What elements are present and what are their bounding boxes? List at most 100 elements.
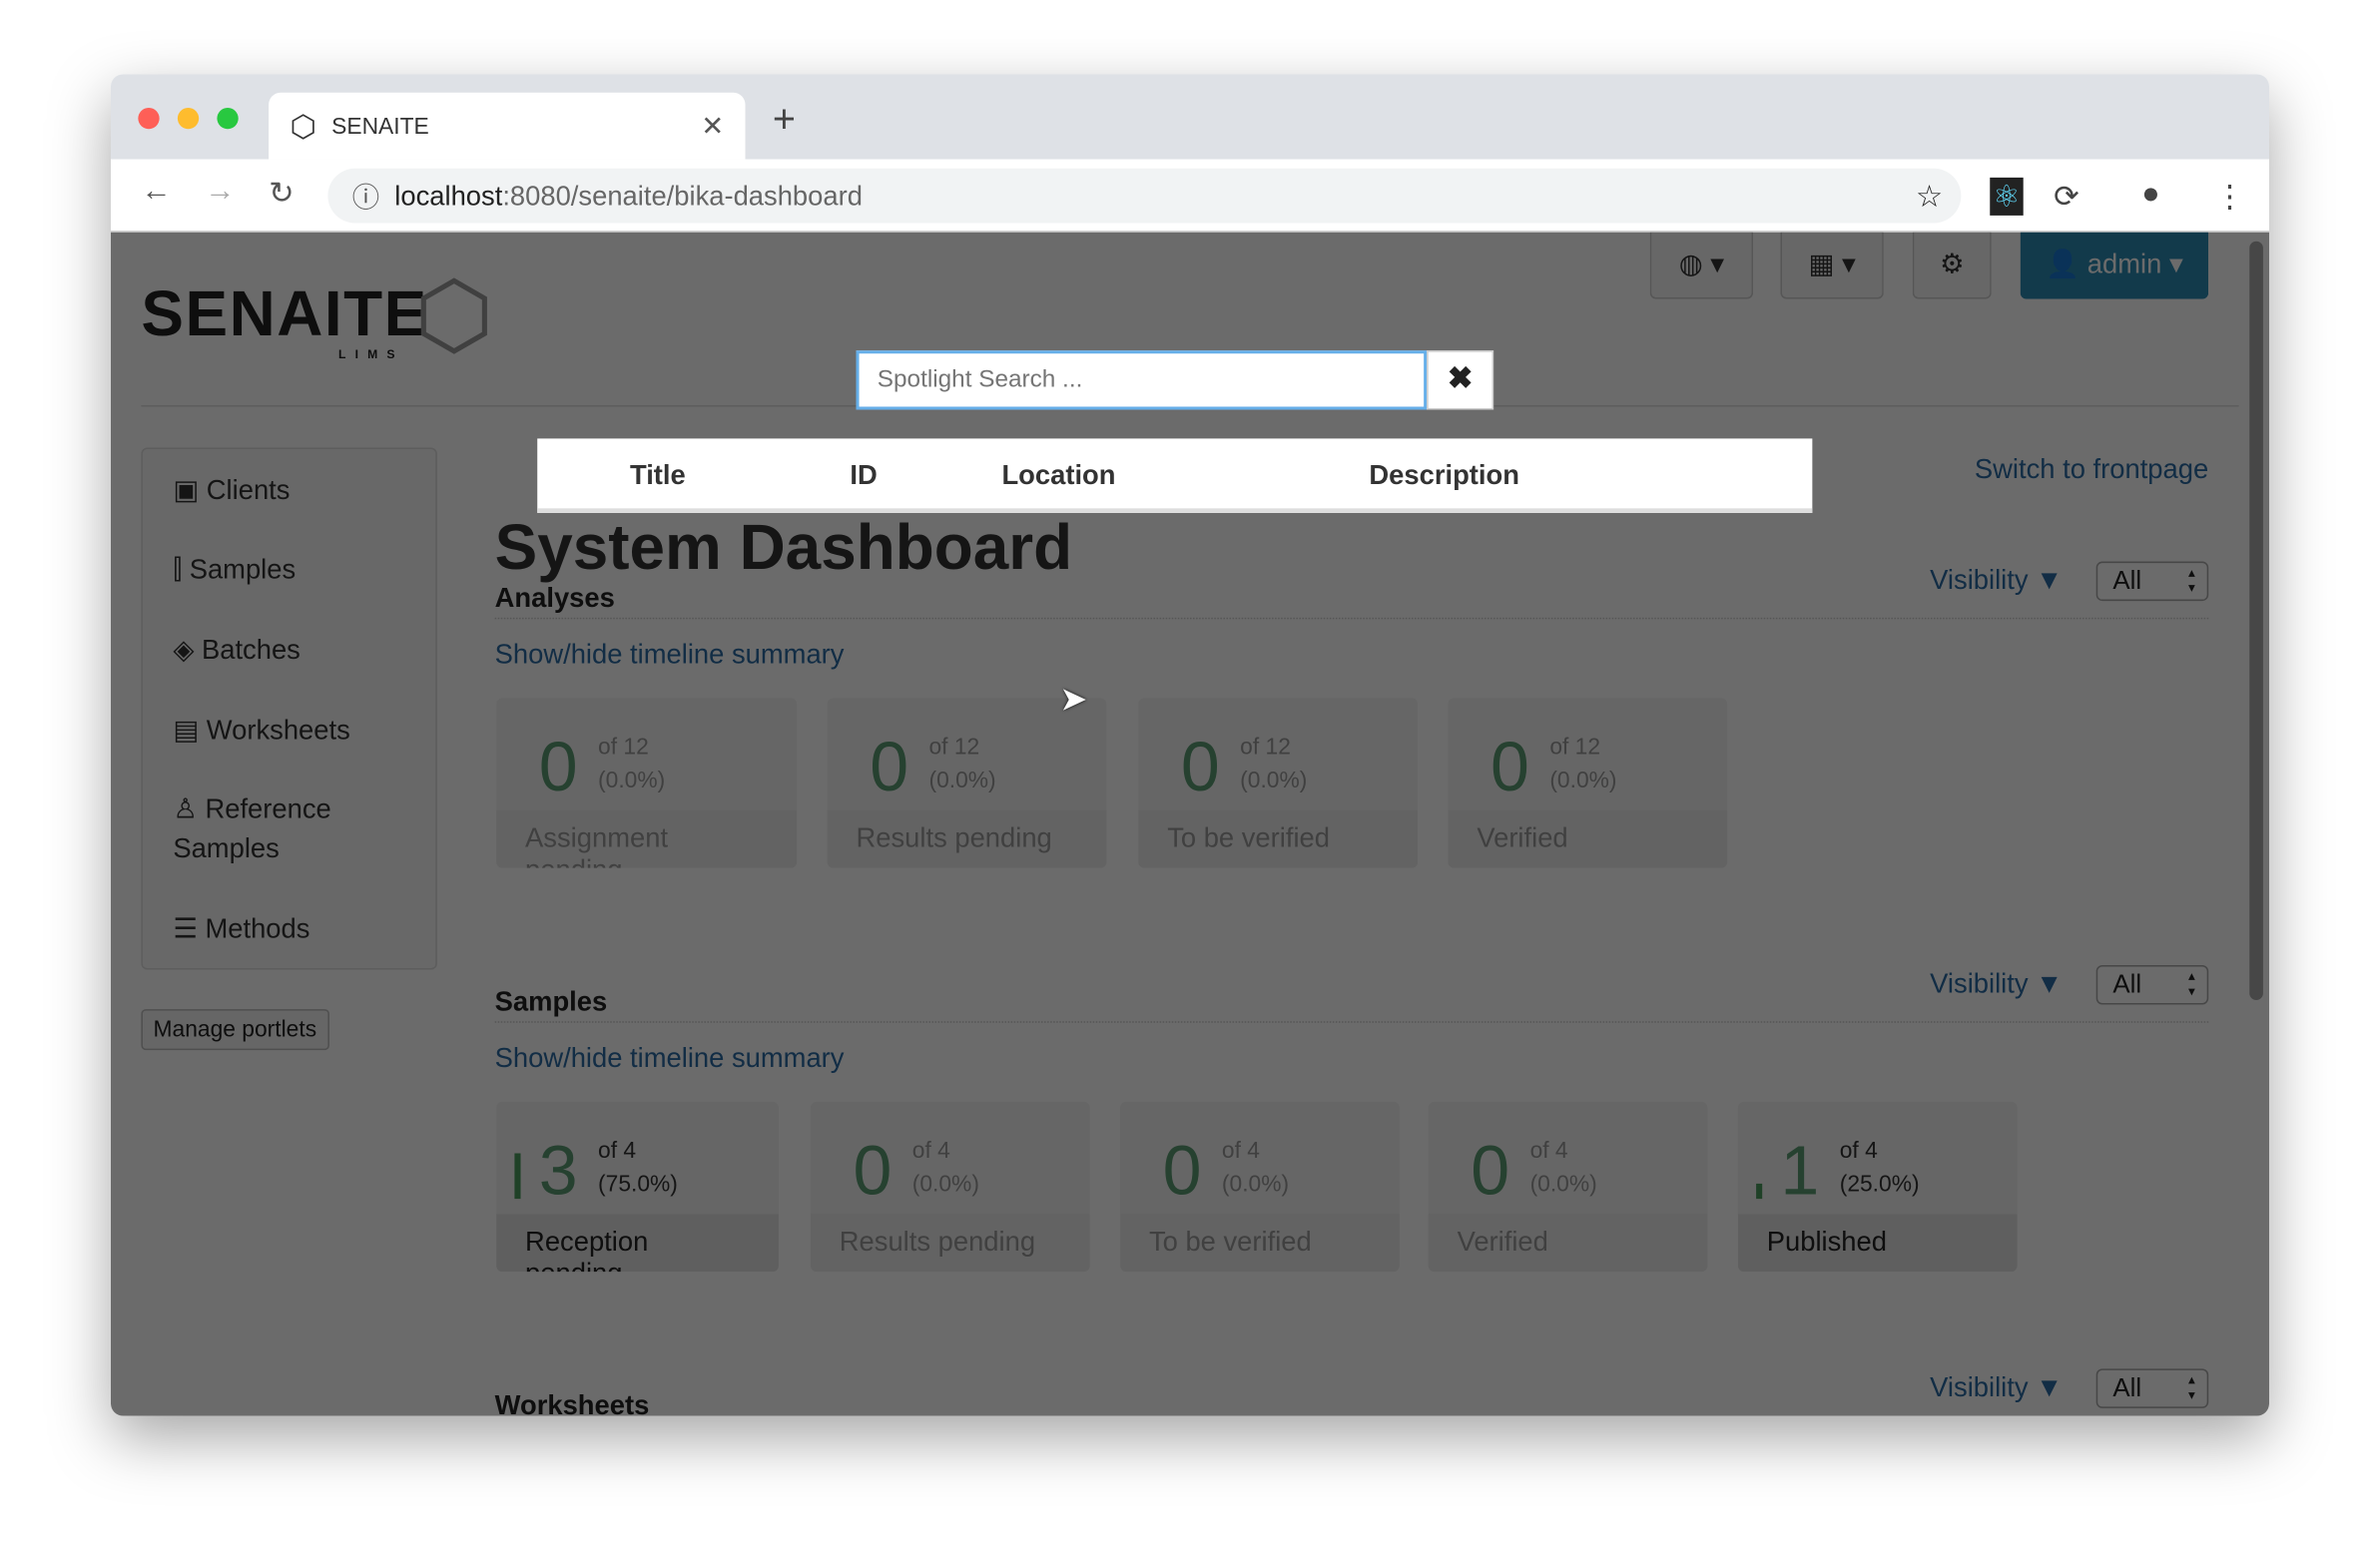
react-devtools-icon[interactable]: ⚛ [1990, 177, 2024, 216]
section-title: Analyses [494, 582, 615, 614]
hexagon-icon: ⬡ [290, 110, 316, 144]
menu-kebab-icon[interactable]: ⋮ [2214, 178, 2244, 216]
spotlight-results-header: Title ID Location Description [537, 438, 1813, 513]
settings-button[interactable]: ⚙ [1912, 232, 1992, 299]
section-divider [494, 1021, 2209, 1023]
timeline-toggle-link[interactable]: Show/hide timeline summary [495, 639, 845, 671]
card-count: 1 [1780, 1130, 1820, 1210]
spotlight-close-button[interactable]: ✖ [1427, 350, 1494, 410]
reference-icon: ♙ [173, 793, 206, 824]
card-total: of 4 (0.0%) [1221, 1138, 1290, 1198]
card-count: 3 [538, 1130, 578, 1210]
sidebar-item-label: Samples [189, 553, 297, 585]
card-label: To be verified [1138, 809, 1419, 868]
back-icon[interactable]: ← [141, 175, 171, 210]
tab-bar: ⬡ SENAITE ✕ + [110, 74, 2269, 160]
sidebar-item-label: Clients [206, 474, 291, 506]
profile-avatar-icon[interactable]: ● [2141, 178, 2159, 213]
visibility-select[interactable]: All [2095, 1368, 2209, 1408]
card-total: of 4 (75.0%) [598, 1138, 678, 1198]
sidebar-item-samples[interactable]: ⫿ Samples [173, 549, 415, 589]
visibility-toggle[interactable]: Visibility ▼ [1930, 1371, 2063, 1403]
card-total: of 12 (0.0%) [928, 734, 996, 794]
status-card[interactable]: 3 of 4(75.0%) Reception pending [496, 1101, 779, 1273]
section-divider [494, 617, 2209, 620]
card-count: 0 [1490, 727, 1529, 806]
column-location[interactable]: Location [1001, 460, 1115, 492]
page-content: SENAITE LIMS ⬡ ◍ ▾ ▦ ▾ ⚙ 👤 admin ▾ ▣ Clie… [110, 232, 2269, 1416]
sidebar-item-label: Worksheets [206, 715, 350, 746]
language-button[interactable]: ◍ ▾ [1649, 232, 1754, 299]
user-icon: 👤 [2046, 249, 2087, 279]
status-card[interactable]: 0 of 4 (0.0%) Verified [1428, 1101, 1708, 1273]
card-label: Results pending [810, 1214, 1090, 1273]
sidebar-item-label: Methods [205, 913, 310, 944]
senaite-logo: SENAITE LIMS [141, 277, 428, 361]
card-count: 0 [870, 727, 909, 806]
logo-hexagon-icon: ⬡ [414, 263, 494, 366]
sidebar-item-batches[interactable]: ◈ Batches [173, 630, 415, 670]
close-tab-icon[interactable]: ✕ [701, 110, 724, 142]
browser-tab[interactable]: ⬡ SENAITE ✕ [269, 92, 746, 160]
column-id[interactable]: ID [850, 460, 877, 492]
progress-bar [1756, 1183, 1763, 1200]
card-label: Reception pending [496, 1214, 779, 1273]
card-count: 0 [538, 727, 578, 806]
card-label: Results pending [827, 809, 1107, 868]
forward-icon[interactable]: → [205, 175, 235, 210]
test-tube-icon: ⫿ [173, 553, 190, 585]
card-label: To be verified [1120, 1214, 1400, 1273]
url-path: :8080/senaite/bika-dashboard [502, 180, 863, 211]
visibility-toggle[interactable]: Visibility ▼ [1930, 968, 2063, 1000]
card-total: of 12 (0.0%) [1240, 734, 1308, 794]
reload-icon[interactable]: ↻ [269, 175, 294, 213]
card-count: 0 [1180, 727, 1220, 806]
sidebar-item-methods[interactable]: ☰ Methods [173, 909, 415, 949]
manage-portlets-button[interactable]: Manage portlets [141, 1009, 329, 1051]
tab-title: SENAITE [331, 113, 429, 140]
grid-icon: ▦ ▾ [1808, 249, 1856, 279]
card-count: 0 [1162, 1130, 1202, 1210]
address-bar-row: ← → ↻ ⓘ localhost:8080/senaite/bika-dashb… [110, 159, 2269, 233]
status-card[interactable]: 1 of 4 (25.0%) Published [1737, 1101, 2018, 1273]
visibility-select[interactable]: All [2095, 561, 2209, 602]
sidebar-item-reference-samples[interactable]: ♙ Reference Samples [173, 789, 415, 868]
url-host: localhost [394, 180, 503, 211]
sidebar: ▣ Clients ⫿ Samples ◈ Batches ▤ Worksheets ♙… [141, 447, 437, 970]
status-card[interactable]: 0 of 12 (0.0%) To be verified [1138, 698, 1419, 868]
card-total: of 12 (0.0%) [598, 734, 666, 794]
status-card[interactable]: 0 of 4 (0.0%) Results pending [810, 1101, 1090, 1273]
user-menu-button[interactable]: 👤 admin ▾ [2020, 232, 2209, 299]
close-window-button[interactable] [138, 107, 160, 130]
status-card[interactable]: 0 of 12 (0.0%) Results pending [827, 698, 1107, 868]
layers-icon: ◈ [173, 634, 202, 665]
card-count: 0 [853, 1130, 892, 1210]
card-label: Verified [1448, 809, 1728, 868]
sidebar-item-label: Batches [201, 634, 300, 665]
visibility-toggle[interactable]: Visibility ▼ [1930, 565, 2063, 597]
sidebar-item-worksheets[interactable]: ▤ Worksheets [173, 711, 415, 751]
card-total: of 4 (0.0%) [911, 1138, 979, 1198]
column-title[interactable]: Title [630, 460, 686, 492]
status-card[interactable]: 0 of 12 (0.0%) Verified [1448, 698, 1728, 868]
star-icon[interactable]: ☆ [1916, 177, 1943, 215]
visibility-select[interactable]: All [2095, 964, 2209, 1005]
switch-to-frontpage-link[interactable]: Switch to frontpage [1975, 454, 2208, 486]
minimize-window-button[interactable] [177, 107, 200, 130]
sidebar-item-clients[interactable]: ▣ Clients [173, 470, 415, 510]
status-card[interactable]: 0 of 12(0.0%) Assignment pending [496, 698, 798, 868]
spotlight-search-input[interactable] [856, 350, 1428, 410]
card-label: Assignment pending [496, 809, 798, 868]
apps-button[interactable]: ▦ ▾ [1780, 232, 1884, 299]
status-card[interactable]: 0 of 4 (0.0%) To be verified [1120, 1101, 1400, 1273]
globe-icon: ◍ ▾ [1678, 249, 1724, 279]
url-field[interactable]: ⓘ localhost:8080/senaite/bika-dashboard ☆ [327, 168, 1962, 224]
sync-extension-icon[interactable]: ⟳ [2054, 178, 2079, 216]
new-tab-button[interactable]: + [773, 96, 796, 143]
maximize-window-button[interactable] [217, 107, 239, 130]
timeline-toggle-link[interactable]: Show/hide timeline summary [495, 1043, 845, 1075]
list-icon: ☰ [173, 913, 206, 944]
scrollbar[interactable] [2249, 241, 2263, 1000]
column-description[interactable]: Description [1369, 460, 1519, 492]
mouse-cursor: ➤ [1059, 680, 1088, 719]
